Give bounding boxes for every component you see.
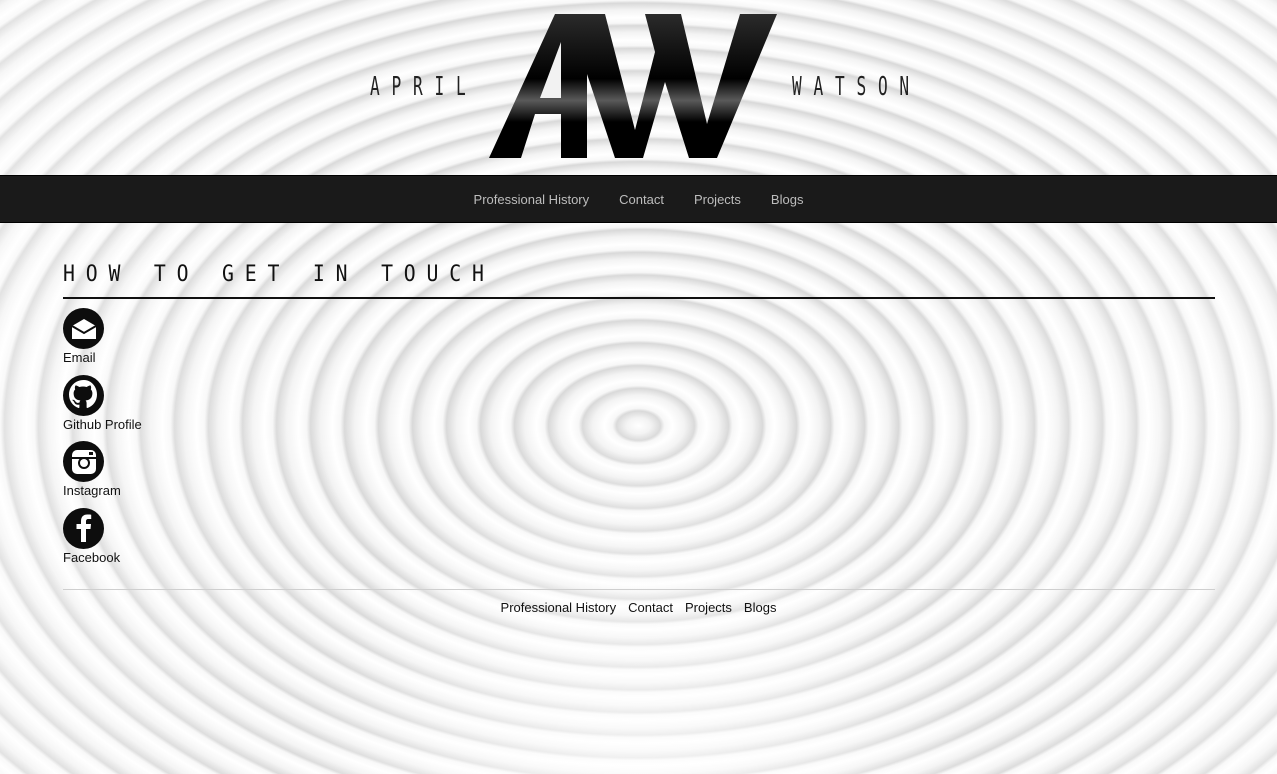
contact-instagram[interactable]: Instagram xyxy=(63,441,142,508)
footer-nav: Professional History Contact Projects Bl… xyxy=(0,600,1277,615)
nav-item-blogs[interactable]: Blogs xyxy=(771,192,804,207)
title-divider xyxy=(63,297,1215,299)
nav-item-professional-history[interactable]: Professional History xyxy=(474,192,590,207)
contact-email[interactable]: Email xyxy=(63,308,142,375)
contact-label: Email xyxy=(63,350,96,365)
contact-list: Email Github Profile Instagram Facebook xyxy=(63,308,142,574)
contact-label: Instagram xyxy=(63,483,121,498)
contact-facebook[interactable]: Facebook xyxy=(63,507,142,575)
main-navbar: Professional History Contact Projects Bl… xyxy=(0,175,1277,223)
contact-label: Github Profile xyxy=(63,416,142,432)
page-title: HOW TO GET IN TOUCH xyxy=(63,262,495,287)
contact-label: Facebook xyxy=(63,549,121,565)
github-icon xyxy=(63,374,104,416)
footer-divider xyxy=(63,589,1215,590)
logo-monogram-icon xyxy=(489,14,777,158)
instagram-icon xyxy=(63,441,104,482)
site-logo[interactable]: APRIL WATSON xyxy=(0,0,1277,175)
nav-item-projects[interactable]: Projects xyxy=(694,192,741,207)
footer-link-contact[interactable]: Contact xyxy=(628,600,673,615)
logo-word-right: WATSON xyxy=(792,72,921,102)
footer-link-blogs[interactable]: Blogs xyxy=(744,600,777,615)
page: APRIL WATSON Professional History Contac… xyxy=(0,0,1277,774)
email-icon xyxy=(63,308,104,349)
nav-item-contact[interactable]: Contact xyxy=(619,192,664,207)
contact-github[interactable]: Github Profile xyxy=(63,374,142,442)
logo-word-left: APRIL xyxy=(370,72,478,102)
facebook-icon xyxy=(63,507,104,549)
footer-link-projects[interactable]: Projects xyxy=(685,600,732,615)
footer-link-professional-history[interactable]: Professional History xyxy=(501,600,617,615)
